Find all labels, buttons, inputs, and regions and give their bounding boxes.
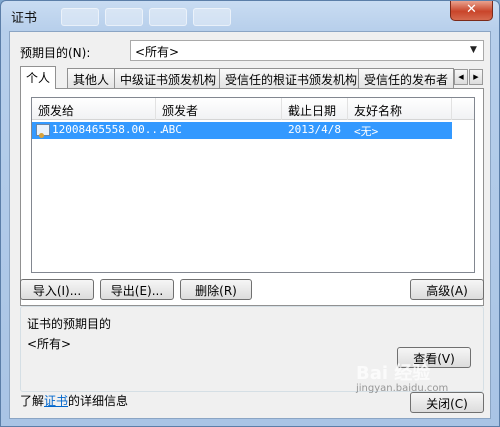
tab-trusted-root-ca[interactable]: 受信任的根证书颁发机构 xyxy=(219,68,364,88)
certificate-tabs: 个人 其他人 中级证书颁发机构 受信任的根证书颁发机构 受信任的发布者 ◀ ▶ xyxy=(20,66,484,89)
purpose-label: 预期目的(N): xyxy=(20,46,91,60)
ghost-tab xyxy=(193,8,231,26)
learn-more-line: 了解证书的详细信息 xyxy=(20,394,129,408)
close-button[interactable]: 关闭(C) xyxy=(410,392,484,413)
purpose-selected-value: <所有> xyxy=(135,45,180,59)
purposes-value: <所有> xyxy=(27,337,72,351)
tab-scroll-right-icon[interactable]: ▶ xyxy=(469,69,483,85)
tab-other-people[interactable]: 其他人 xyxy=(67,68,116,88)
export-button[interactable]: 导出(E)... xyxy=(100,279,174,300)
column-friendly-name[interactable]: 友好名称 xyxy=(348,98,452,120)
tab-intermediate-ca[interactable]: 中级证书颁发机构 xyxy=(114,68,223,88)
title-bar[interactable]: 证书 ✕ xyxy=(1,1,499,31)
purpose-select[interactable]: <所有> ▼ xyxy=(130,40,484,61)
close-icon: ✕ xyxy=(466,2,477,17)
certificates-dialog: 证书 ✕ 预期目的(N): <所有> ▼ 个人 其他人 中级证书颁发机构 受信任… xyxy=(0,0,500,427)
cell-issued-to: 12008465558.00... xyxy=(52,123,165,136)
window-close-button[interactable]: ✕ xyxy=(450,1,493,21)
certificate-list[interactable]: 颁发给 颁发者 截止日期 友好名称 12008465558.00... ABC … xyxy=(31,97,475,273)
column-issued-to[interactable]: 颁发给 xyxy=(32,98,156,120)
column-expiration-date[interactable]: 截止日期 xyxy=(282,98,348,120)
chevron-down-icon: ▼ xyxy=(470,45,477,55)
cell-friendly-name: <无> xyxy=(354,125,379,138)
window-title: 证书 xyxy=(11,11,38,26)
column-issuer[interactable]: 颁发者 xyxy=(156,98,282,120)
background-tabs xyxy=(61,8,231,26)
list-header: 颁发给 颁发者 截止日期 友好名称 xyxy=(32,98,474,120)
certificates-link[interactable]: 证书 xyxy=(44,394,68,408)
advanced-button[interactable]: 高级(A) xyxy=(410,279,484,300)
group-title: 证书的预期目的 xyxy=(27,317,112,331)
tab-personal[interactable]: 个人 xyxy=(20,66,57,89)
ghost-tab xyxy=(61,8,99,26)
import-button[interactable]: 导入(I)... xyxy=(20,279,94,300)
cell-issuer: ABC xyxy=(162,123,182,136)
ghost-tab xyxy=(105,8,143,26)
tab-scroll-left-icon[interactable]: ◀ xyxy=(454,69,468,85)
tab-trusted-publishers[interactable]: 受信任的发布者 xyxy=(358,68,455,88)
baidu-watermark: Bai 经验 jingyan.baidu.com xyxy=(356,363,449,394)
certificate-icon xyxy=(36,124,50,138)
tab-page-personal: 颁发给 颁发者 截止日期 友好名称 12008465558.00... ABC … xyxy=(20,88,484,306)
table-row[interactable]: 12008465558.00... ABC 2013/4/8 <无> xyxy=(32,122,452,139)
ghost-tab xyxy=(149,8,187,26)
cell-expiration-date: 2013/4/8 xyxy=(288,123,341,136)
delete-button[interactable]: 删除(R) xyxy=(180,279,252,300)
